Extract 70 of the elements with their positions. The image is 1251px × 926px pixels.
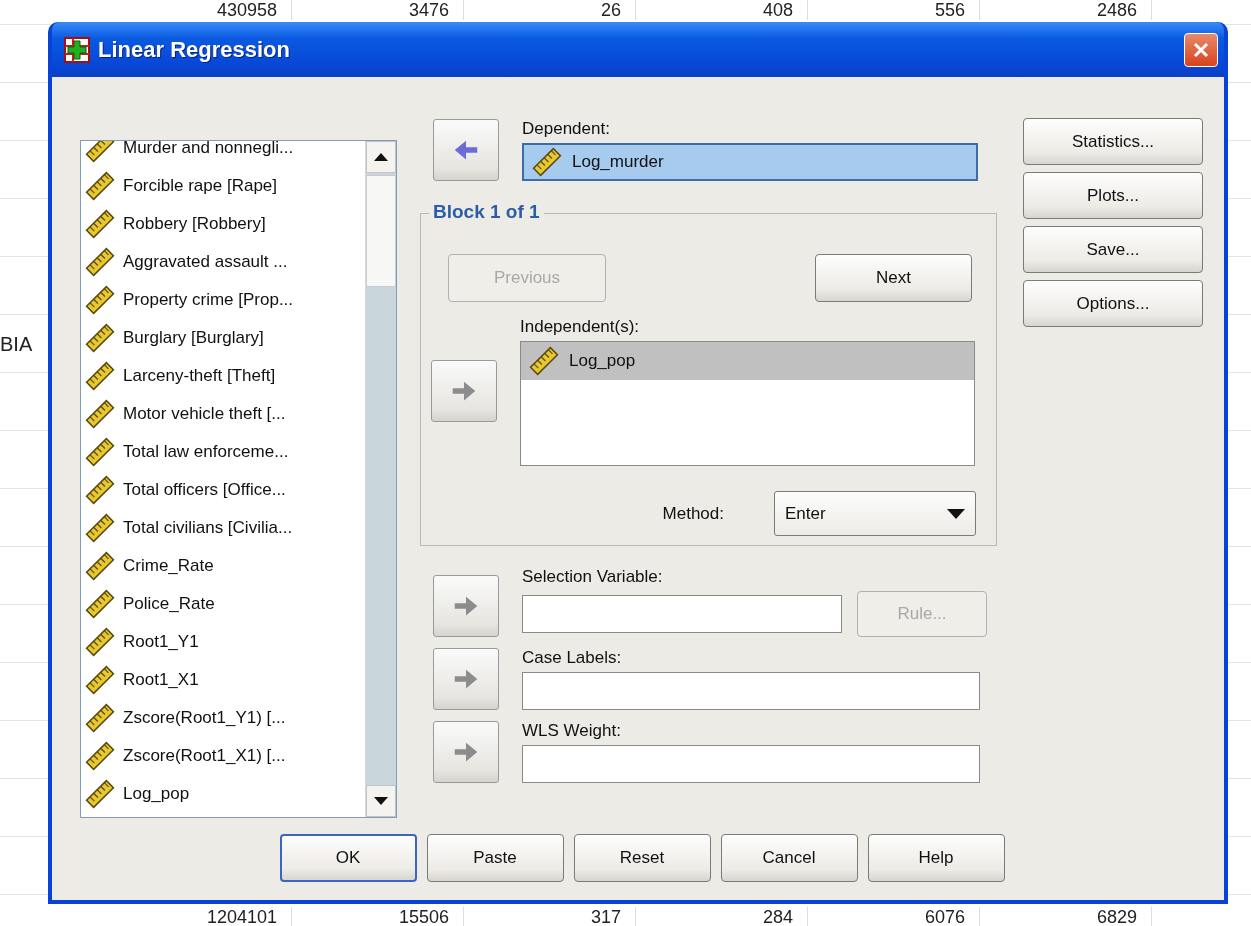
move-arrow-button[interactable] [433,575,499,637]
field-label: Independent(s): [520,316,641,338]
scrollbar-thumb[interactable] [366,175,396,287]
field-label: Dependent: [522,118,611,140]
dialog-button[interactable]: Cancel [720,834,858,882]
sheet-cell: BIA [0,332,33,355]
move-arrow-button[interactable] [433,119,499,181]
sheet-cell: 430958 [120,0,292,20]
dialog-button[interactable]: Paste [426,834,564,882]
variable-item[interactable]: Crime_Rate [81,547,365,585]
variable-item[interactable]: Total officers [Office... [81,471,365,509]
variable-item[interactable]: Total civilians [Civilia... [81,509,365,547]
independents-list[interactable]: Log_pop [520,341,975,466]
variable-item[interactable]: Burglary [Burglary] [81,319,365,357]
variable-item[interactable]: Log_pop [81,775,365,813]
dialog-button[interactable]: Plots... [1023,172,1203,219]
scroll-up-button[interactable] [366,141,396,173]
list-item[interactable]: Log_pop [521,342,974,380]
dialog-button[interactable]: Reset [573,834,711,882]
scrollbar[interactable] [365,141,396,817]
variable-item[interactable]: Forcible rape [Rape] [81,167,365,205]
variable-item[interactable]: Murder and nonnegli... [81,141,365,167]
dialog-button[interactable]: Help [867,834,1005,882]
field-label: Selection Variable: [522,566,664,588]
sheet-cell: 284 [636,907,808,926]
method-label: Method: [662,503,724,524]
variable-item[interactable]: Robbery [Robbery] [81,205,365,243]
sheet-cell: 2486 [980,0,1152,20]
dependent-field[interactable]: Log_murder [522,143,978,181]
sheet-cell: 408 [636,0,808,20]
dialog-button[interactable]: Statistics... [1023,118,1203,165]
move-arrow-button[interactable] [433,721,499,783]
sheet-cell: 556 [808,0,980,20]
sheet-cell: 1204101 [120,907,292,926]
input-field[interactable] [522,595,842,633]
variable-item[interactable]: Zscore(Root1_X1) [... [81,737,365,775]
variable-item[interactable]: Aggravated assault ... [81,243,365,281]
move-arrow-button[interactable] [431,360,497,422]
close-icon [1192,40,1210,59]
move-arrow-button[interactable] [433,648,499,710]
sheet-cell: 6076 [808,907,980,926]
field-label: Case Labels: [522,647,623,669]
scroll-down-button[interactable] [366,785,396,817]
dialog-button[interactable]: Save... [1023,226,1203,273]
default-button[interactable]: OK [279,834,417,882]
variable-item[interactable]: Root1_Y1 [81,623,365,661]
method-dropdown[interactable]: Enter [774,491,976,536]
input-field[interactable] [522,745,980,783]
sheet-cell: 3476 [292,0,464,20]
scroll-down-icon [374,797,388,805]
sheet-cell: 15506 [292,907,464,926]
scroll-up-icon [374,153,388,161]
variable-item[interactable]: Zscore(Root1_Y1) [... [81,699,365,737]
sheet-cell: 317 [464,907,636,926]
sheet-cell: 6829 [980,907,1152,926]
window-title: Linear Regression [98,36,291,63]
close-button[interactable] [1184,32,1218,67]
app-icon [64,36,90,63]
variable-item[interactable]: Larceny-theft [Theft] [81,357,365,395]
input-field[interactable] [522,672,980,710]
sheet-cell: 26 [464,0,636,20]
variable-item[interactable]: Property crime [Prop... [81,281,365,319]
variable-item[interactable]: Police_Rate [81,585,365,623]
variable-item[interactable]: Total law enforceme... [81,433,365,471]
variable-item[interactable]: Motor vehicle theft [... [81,395,365,433]
dialog-button[interactable]: Options... [1023,280,1203,327]
variable-item[interactable]: Root1_X1 [81,661,365,699]
block-button[interactable]: Next [815,254,972,302]
dropdown-caret-icon [947,508,965,519]
field-label: WLS Weight: [522,720,622,742]
